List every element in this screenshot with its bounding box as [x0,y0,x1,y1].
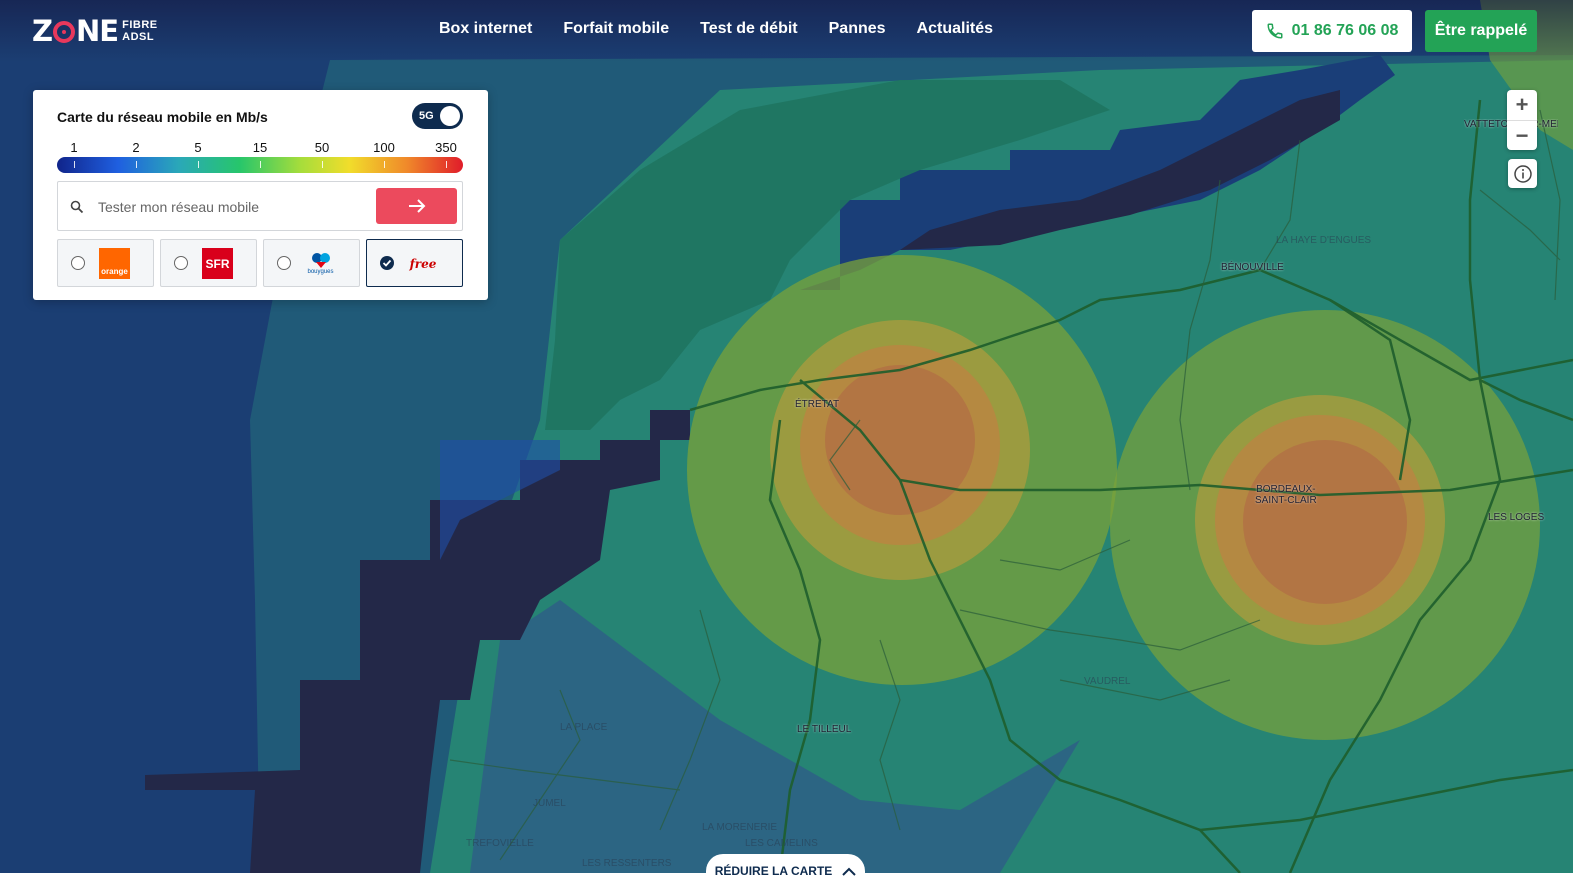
logo-target-icon [53,21,76,43]
arrow-right-icon [408,199,425,213]
nav-pannes[interactable]: Pannes [829,20,886,38]
search-icon [70,200,84,214]
place-label: LES LOGES [1488,512,1545,523]
phone-number: 01 86 76 06 08 [1291,22,1399,39]
reduce-map-label: RÉDUIRE LA CARTE [714,864,833,878]
place-label: BÉNOUVILLE [1221,262,1284,273]
nav-box-internet[interactable]: Box internet [439,20,532,38]
zone-fibre-logo[interactable]: Z NE FIBRE ADSL [32,15,158,47]
5g-toggle[interactable]: 5G [412,103,463,129]
network-map-panel: Carte du réseau mobile en Mb/s 5G 1 2 5 … [33,90,488,300]
zoom-controls: + − [1507,90,1537,150]
bouygues-logo-mark [311,253,330,268]
chevron-up-icon [842,867,856,876]
logo-subtitle: FIBRE ADSL [122,19,158,43]
place-label: VAUDREL [1084,676,1131,687]
operator-radio[interactable] [174,256,188,270]
network-search-input[interactable] [96,192,370,222]
phone-button[interactable]: 01 86 76 06 08 [1252,10,1412,52]
network-search-box [57,181,463,231]
toggle-knob [440,106,460,126]
logo-sub-fibre: FIBRE [122,19,158,31]
toggle-label: 5G [419,110,434,122]
nav-actualites[interactable]: Actualités [917,20,993,38]
operator-radio[interactable] [277,256,291,270]
check-icon [382,259,392,267]
panel-title: Carte du réseau mobile en Mb/s [57,109,268,125]
place-label: LA HAYE D'ENGUES [1276,235,1372,246]
info-icon [1513,164,1532,183]
speed-scale-bar [57,157,463,173]
sfr-logo: SFR [202,248,233,279]
nav-forfait-mobile[interactable]: Forfait mobile [563,20,669,38]
search-submit-button[interactable] [376,188,457,224]
orange-logo: orange [99,248,130,279]
operator-free[interactable]: free [366,239,463,287]
operator-selector: orange SFR bouygues free [57,239,463,287]
info-button[interactable] [1508,159,1537,188]
scale-label: 2 [132,140,140,155]
nav-test-de-debit[interactable]: Test de débit [700,20,798,38]
place-label: LA PLACE [560,722,608,733]
scale-label: 100 [373,140,395,155]
main-nav: Box internet Forfait mobile Test de débi… [439,20,993,38]
speed-scale-labels: 1 2 5 15 50 100 350 [57,140,463,155]
logo-sub-adsl: ADSL [122,31,155,43]
scale-label: 50 [314,140,330,155]
scale-label: 15 [252,140,268,155]
operator-orange[interactable]: orange [57,239,154,287]
top-navigation-bar: Z NE FIBRE ADSL Box internet Forfait mobi… [0,0,1573,62]
phone-icon [1267,23,1283,39]
place-label: JUMEL [533,798,566,809]
place-label: LES CAMELINS [745,838,818,849]
logo-wordmark: Z NE [32,14,119,48]
scale-label: 1 [70,140,78,155]
place-label: LE TILLEUL [797,724,852,735]
scale-label: 350 [435,140,457,155]
free-logo: free [409,256,437,271]
zoom-in-button[interactable]: + [1507,90,1537,120]
place-label: BORDEAUX- SAINT-CLAIR [1255,484,1317,506]
operator-radio-checked[interactable] [380,256,394,270]
zoom-out-button[interactable]: − [1507,120,1537,151]
operator-radio[interactable] [71,256,85,270]
place-label: LA MORENERIE [702,822,778,833]
operator-sfr[interactable]: SFR [160,239,257,287]
bouygues-logo: bouygues [305,248,336,279]
reduce-map-button[interactable]: RÉDUIRE LA CARTE [706,854,865,888]
callback-button[interactable]: Être rappelé [1425,10,1537,52]
bouygues-wordmark: bouygues [307,269,334,275]
place-label: ÉTRETAT [795,399,840,410]
scale-label: 5 [194,140,202,155]
operator-bouygues[interactable]: bouygues [263,239,360,287]
place-label: LES RESSENTERS [582,858,672,869]
place-label: TREFOVIELLE [466,838,534,849]
